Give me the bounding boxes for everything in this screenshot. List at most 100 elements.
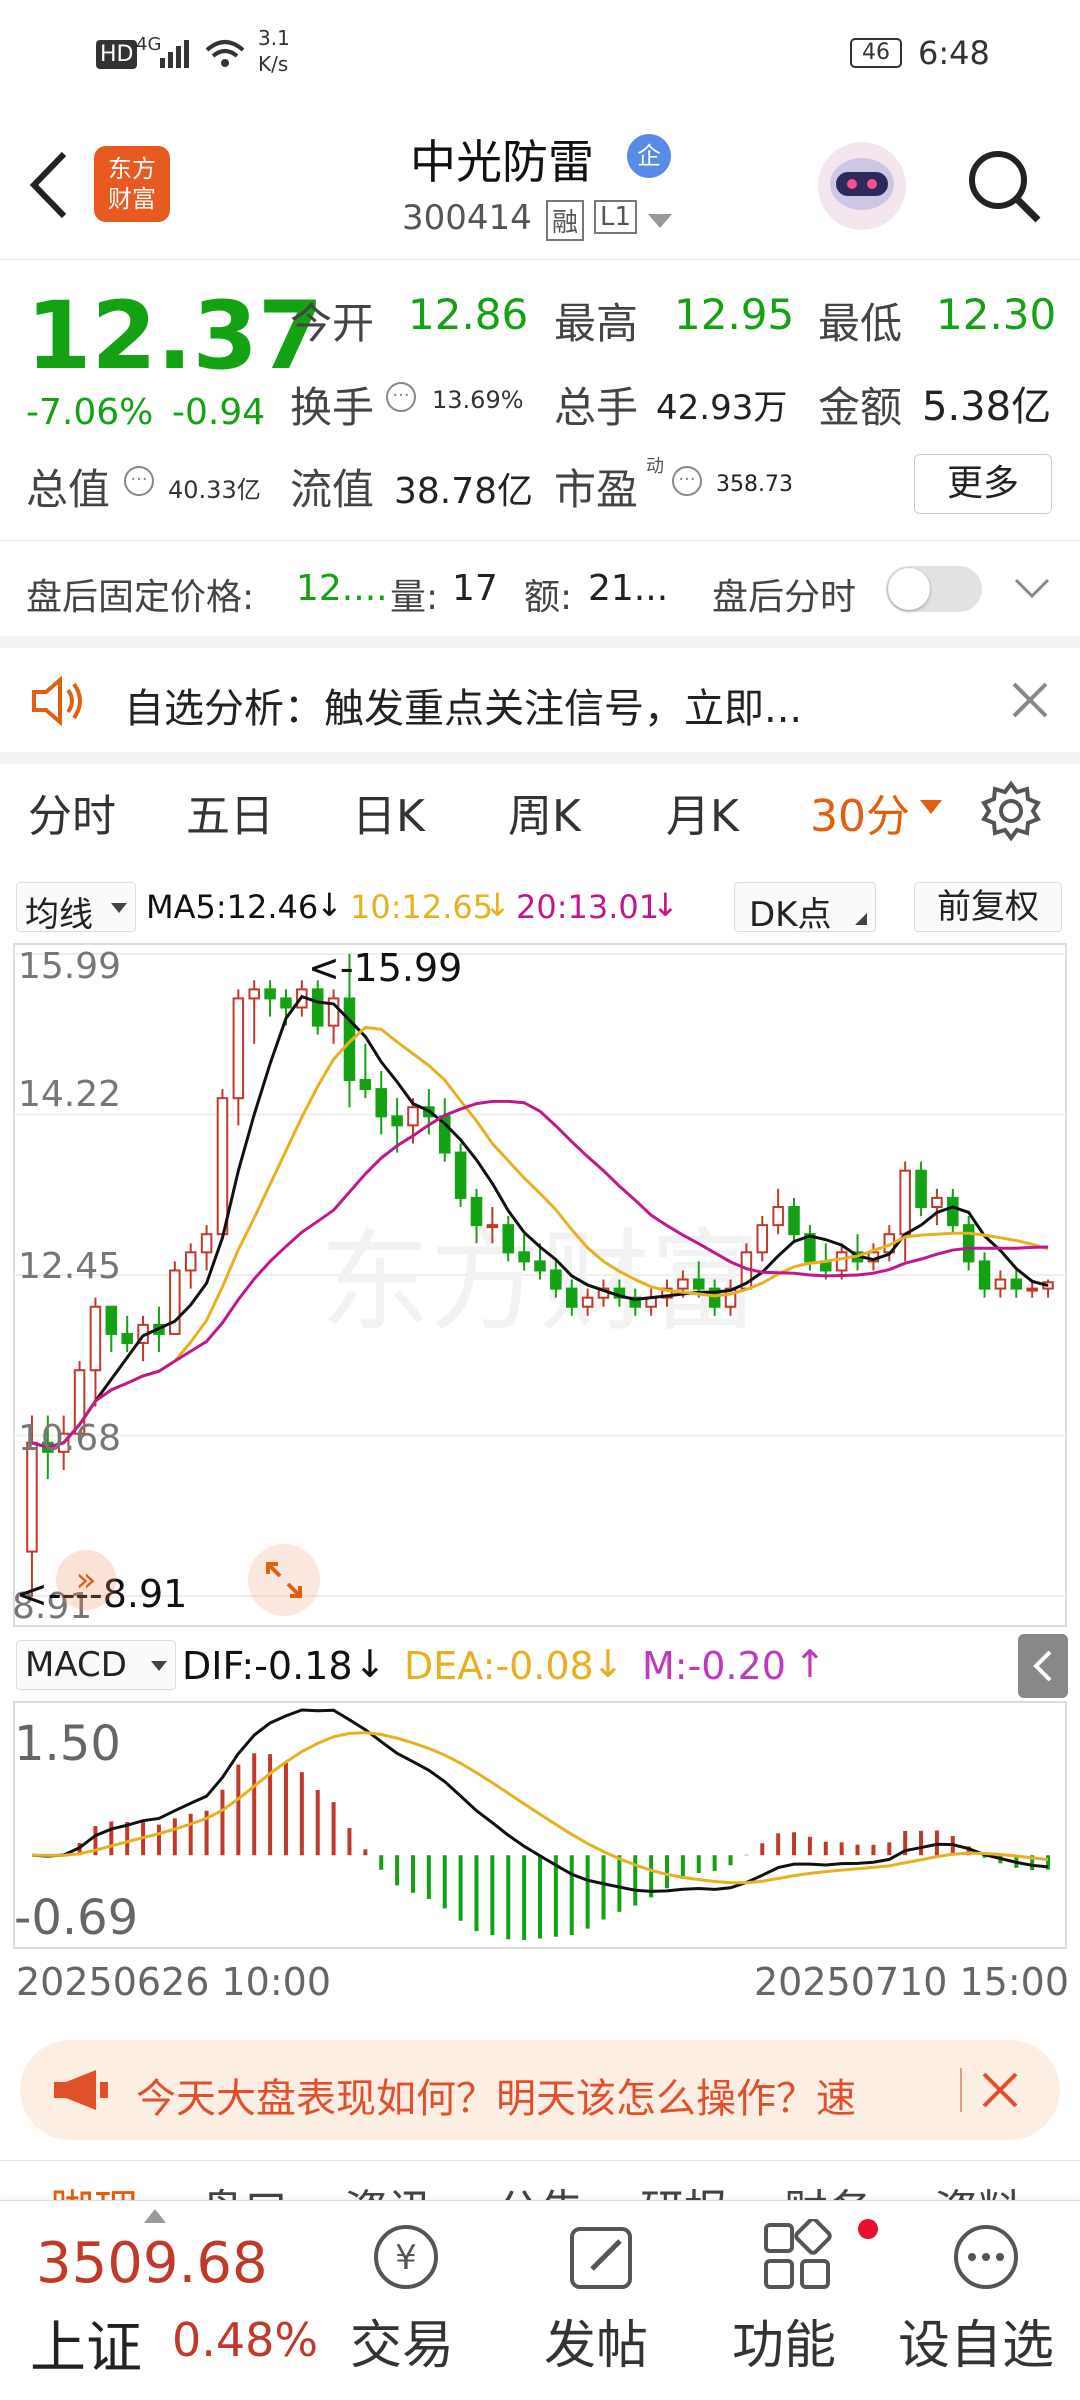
function-button[interactable]: 功能 (728, 2219, 878, 2389)
close-icon[interactable] (1010, 680, 1050, 720)
back-icon[interactable] (26, 150, 70, 220)
ma5-value: MA5:12.46 (146, 888, 319, 926)
candle-body (502, 1224, 515, 1254)
info-icon[interactable]: ··· (386, 382, 416, 412)
more-dots-icon (954, 2225, 1018, 2289)
chevron-left-icon (1033, 1650, 1052, 1682)
corner-arrow-icon (855, 913, 867, 925)
dif-arrow: ↓ (354, 1642, 386, 1686)
clock: 6:48 (918, 34, 990, 72)
candle-body (216, 1097, 229, 1236)
candle-body (534, 1260, 546, 1272)
tab-monthly-k[interactable]: 月K (666, 780, 739, 844)
tab-intraday[interactable]: 分时 (28, 780, 116, 844)
index-name[interactable]: 上证 (30, 2303, 142, 2384)
candle-body (486, 1224, 499, 1229)
after-hours-price-label: 盘后固定价格: (26, 577, 255, 618)
subtab-2[interactable]: 资讯 (344, 2175, 432, 2200)
tab-five-day[interactable]: 五日 (186, 780, 274, 844)
search-icon[interactable] (964, 146, 1044, 226)
candle-body (565, 1287, 578, 1308)
after-hours-amount: 21... (588, 568, 669, 609)
tab-30-min[interactable]: 30分 (810, 780, 910, 844)
subtab-5[interactable]: 财务 (784, 2175, 872, 2200)
candle-body (248, 988, 260, 1000)
candle-body (470, 1196, 483, 1227)
function-label: 功能 (732, 2316, 837, 2376)
candle-body (581, 1296, 594, 1308)
apps-icon (764, 2219, 832, 2289)
scroll-start-icon[interactable]: » (56, 1550, 116, 1610)
ma5-arrow: ↓ (316, 886, 343, 924)
subtab-6[interactable]: 资料 (934, 2175, 1022, 2200)
candlestick-chart[interactable]: 东方财富 (0, 940, 1080, 1630)
dropdown-icon (111, 903, 127, 913)
ma-selector[interactable]: 均线 (16, 882, 136, 935)
banner-text: 今天大盘表现如何？明天该怎么操作？速 (136, 2076, 856, 2122)
signal-icon (160, 40, 189, 68)
macd-m-arrow: ↑ (794, 1642, 826, 1686)
low-value: 12.30 (936, 290, 1057, 339)
megaphone-icon (54, 2070, 108, 2110)
subtab-3[interactable]: 公告 (496, 2175, 584, 2200)
expand-icon[interactable] (244, 1540, 324, 1620)
candle-body (375, 1088, 387, 1118)
speed-value: 3.1 (258, 26, 290, 50)
adjust-mode-button[interactable]: 前复权 (914, 882, 1062, 932)
dk-point-label: DK点 (749, 895, 832, 935)
close-icon[interactable] (980, 2070, 1020, 2110)
add-watchlist-button[interactable]: 设自选 (892, 2219, 1072, 2389)
candle-body (788, 1205, 800, 1236)
subtab-0[interactable]: 脚理 (50, 2175, 138, 2200)
trade-button[interactable]: ¥ 交易 (340, 2219, 470, 2389)
tab-daily-k[interactable]: 日K (352, 780, 425, 844)
market-banner[interactable]: 今天大盘表现如何？明天该怎么操作？速 (20, 2040, 1060, 2140)
subtab-1[interactable]: 盘口 (200, 2175, 288, 2200)
change-percent: -7.06% (26, 392, 154, 433)
gear-icon[interactable] (980, 780, 1042, 842)
candle-body (169, 1269, 181, 1335)
info-icon[interactable]: ··· (124, 466, 154, 496)
turnover-label: 换手 (290, 383, 375, 432)
tab-dropdown-icon[interactable] (920, 800, 942, 816)
stock-name: 中光防雷 (410, 135, 594, 189)
notice-bar[interactable]: 自选分析：触发重点关注信号，立即... (0, 648, 1080, 752)
robot-avatar-icon[interactable] (814, 138, 910, 234)
change-amount: -0.94 (172, 392, 266, 433)
dk-point-selector[interactable]: DK点 (734, 882, 876, 935)
candle-body (550, 1269, 562, 1290)
sub-tabs: 脚理 盘口 资讯 公告 研报 财务 资料 (0, 2160, 1080, 2200)
after-hours-toggle[interactable] (886, 566, 982, 612)
candle-body (184, 1251, 197, 1272)
dropdown-icon[interactable] (648, 214, 672, 230)
post-button[interactable]: 发帖 (534, 2219, 664, 2389)
index-percent: 0.48% (172, 2313, 319, 2367)
candle-body (311, 988, 324, 1027)
dropdown-icon (151, 1661, 167, 1671)
candle-body (756, 1224, 769, 1254)
pe-superscript: 动 (646, 456, 664, 477)
amount-label: 金额 (818, 383, 903, 432)
macd-selector[interactable]: MACD (16, 1640, 176, 1690)
chevron-down-icon[interactable] (1012, 576, 1052, 600)
after-hours-qty-label: 量: (390, 577, 439, 618)
info-icon[interactable]: ··· (672, 466, 702, 496)
axis-label-top: 15.99 (18, 946, 122, 987)
time-axis-end: 20250710 15:00 (754, 1960, 1070, 2004)
more-button[interactable]: 更多 (914, 454, 1052, 514)
candle-body (359, 1079, 372, 1091)
macd-chart[interactable] (0, 1700, 1080, 1950)
app-logo[interactable]: 东方 财富 (94, 146, 170, 222)
battery-icon: 46 (850, 38, 902, 68)
index-value[interactable]: 3509.68 (36, 2231, 268, 2296)
time-axis-start: 20250626 10:00 (16, 1960, 332, 2004)
bottom-bar: 3509.68 上证 0.48% ¥ 交易 发帖 功能 设自选 (0, 2200, 1080, 2400)
candle-body (772, 1205, 784, 1227)
after-hours-amount-label: 额: (524, 577, 573, 618)
subtab-4[interactable]: 研报 (640, 2175, 728, 2200)
volume-label: 总手 (554, 383, 639, 432)
tab-weekly-k[interactable]: 周K (508, 780, 581, 844)
side-panel-toggle[interactable] (1018, 1634, 1068, 1698)
hd-badge: HD (96, 40, 138, 69)
trade-label: 交易 (350, 2316, 455, 2376)
